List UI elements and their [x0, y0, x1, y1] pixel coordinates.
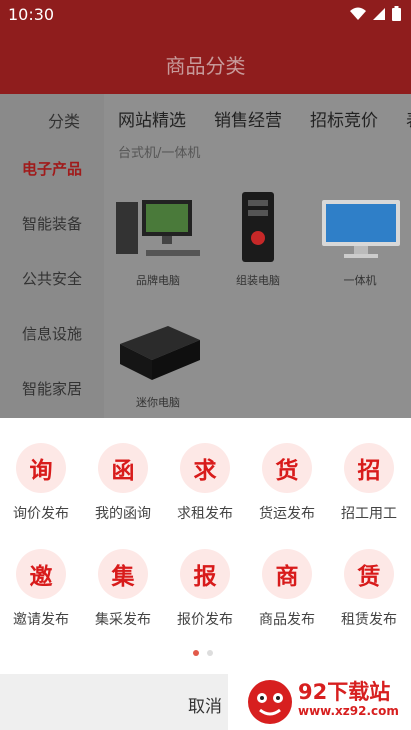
action-recruitment[interactable]: 招 招工用工	[328, 443, 410, 523]
tab-featured[interactable]: 网站精选	[104, 94, 186, 138]
battery-icon	[392, 6, 401, 21]
request-icon: 求	[180, 443, 230, 493]
action-label: 招工用工	[341, 506, 397, 522]
page-indicator	[193, 650, 213, 656]
action-freight-publish[interactable]: 货 货运发布	[246, 443, 328, 523]
action-label: 我的函询	[95, 506, 151, 522]
page-dot[interactable]	[207, 650, 213, 656]
quote-icon: 报	[180, 549, 230, 599]
product-brand-pc[interactable]: 品牌电脑	[110, 194, 206, 288]
action-label: 集采发布	[95, 612, 151, 628]
watermark-logo: 92下载站 www.xz92.com	[228, 670, 411, 730]
action-label: 报价发布	[177, 612, 233, 628]
product-assembled-pc[interactable]: 组装电脑	[210, 188, 306, 288]
content-panel: 网站精选 销售经营 招标竞价 表 台式机/一体机 品牌电脑 组装电脑	[104, 94, 411, 418]
action-invite-publish[interactable]: 邀 邀请发布	[0, 549, 82, 629]
status-bar: 10:30	[0, 0, 411, 30]
action-inquiry-publish[interactable]: 询 询价发布	[0, 443, 82, 523]
action-group-purchase[interactable]: 集 集采发布	[82, 549, 164, 629]
tab-bidding[interactable]: 招标竞价	[282, 94, 378, 138]
product-label: 一体机	[343, 274, 377, 287]
product-label: 品牌电脑	[136, 274, 180, 287]
freight-icon: 货	[262, 443, 312, 493]
tab-more[interactable]: 表	[378, 94, 411, 138]
recruit-icon: 招	[344, 443, 394, 493]
mascot-logo-icon	[248, 680, 292, 724]
desktop-pc-icon	[116, 200, 200, 256]
watermark-url: www.xz92.com	[298, 704, 399, 718]
action-label: 邀请发布	[13, 612, 69, 628]
status-time: 10:30	[8, 5, 55, 24]
signal-icon	[373, 7, 385, 20]
watermark-name: 92下载站	[298, 680, 391, 704]
title-bar: 商品分类	[0, 30, 411, 94]
invite-icon: 邀	[16, 549, 66, 599]
inquiry-icon: 询	[16, 443, 66, 493]
tab-sales[interactable]: 销售经营	[186, 94, 282, 138]
action-my-inquiries[interactable]: 函 我的函询	[82, 443, 164, 523]
subcategory-title: 台式机/一体机	[118, 146, 201, 161]
cancel-button[interactable]: 取消	[188, 692, 222, 717]
page-dot-active[interactable]	[193, 650, 199, 656]
product-all-in-one[interactable]: 一体机	[312, 194, 408, 288]
status-icons	[350, 6, 401, 21]
mini-pc-icon	[120, 326, 200, 380]
pc-tower-icon	[242, 192, 274, 262]
action-product-publish[interactable]: 商 商品发布	[246, 549, 328, 629]
wifi-icon	[350, 7, 366, 20]
sidebar-item-electronics[interactable]: 电子产品	[22, 158, 82, 179]
product-mini-pc[interactable]: 迷你电脑	[110, 316, 206, 410]
sidebar-item-info-facilities[interactable]: 信息设施	[22, 323, 82, 344]
sidebar-item-public-safety[interactable]: 公共安全	[22, 268, 82, 289]
action-label: 货运发布	[259, 506, 315, 522]
category-sidebar: 分类	[0, 94, 104, 418]
action-quote-publish[interactable]: 报 报价发布	[164, 549, 246, 629]
product-label: 迷你电脑	[136, 396, 180, 409]
all-in-one-icon	[322, 200, 400, 258]
action-rent-request[interactable]: 求 求租发布	[164, 443, 246, 523]
action-label: 询价发布	[13, 506, 69, 522]
product-icon: 商	[262, 549, 312, 599]
lease-icon: 赁	[344, 549, 394, 599]
tab-bar: 网站精选 销售经营 招标竞价 表	[104, 94, 411, 138]
action-lease-publish[interactable]: 赁 租赁发布	[328, 549, 410, 629]
page-title: 商品分类	[165, 54, 246, 78]
action-label: 租赁发布	[341, 612, 397, 628]
group-purchase-icon: 集	[98, 549, 148, 599]
action-label: 商品发布	[259, 612, 315, 628]
sidebar-item-smart-equipment[interactable]: 智能装备	[22, 213, 82, 234]
sidebar-item-smart-home[interactable]: 智能家居	[22, 378, 82, 399]
action-label: 求租发布	[177, 506, 233, 522]
letter-icon: 函	[98, 443, 148, 493]
sidebar-header: 分类	[47, 112, 80, 131]
product-label: 组装电脑	[236, 274, 280, 287]
